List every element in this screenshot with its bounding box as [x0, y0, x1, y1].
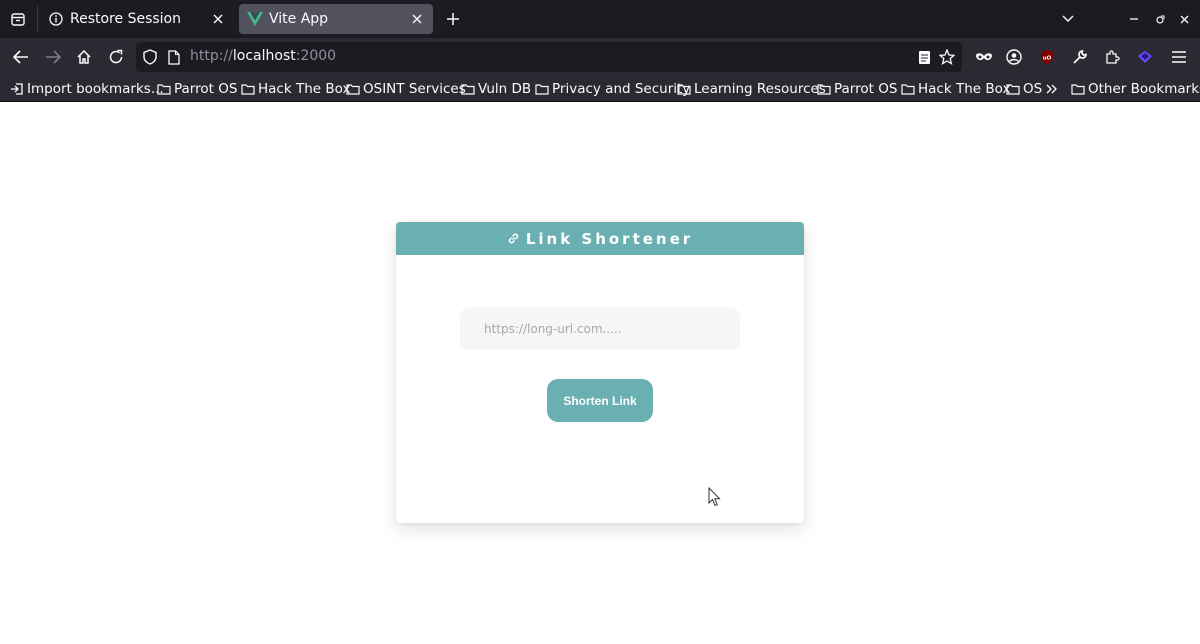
shorten-link-button[interactable]: Shorten Link [547, 379, 653, 422]
bookmarks-overflow-chevron-icon[interactable] [1046, 79, 1058, 98]
folder-icon [1006, 82, 1020, 96]
bookmark-folder-os[interactable]: OS [1006, 79, 1042, 98]
bookmark-label: Parrot OS [174, 80, 238, 97]
svg-text:uO: uO [1043, 56, 1052, 62]
reload-icon[interactable] [103, 45, 129, 69]
forward-arrow-icon[interactable] [40, 45, 66, 69]
link-shortener-card: Link Shortener Shorten Link [396, 222, 804, 523]
folder-icon [461, 82, 475, 96]
private-mask-icon[interactable] [971, 45, 997, 69]
page-icon[interactable] [166, 49, 182, 65]
bookmarks-toolbar: Import bookmarks... Parrot OS Hack The B… [0, 76, 1200, 102]
bookmark-label: Learning Resources [694, 80, 826, 97]
import-icon [10, 82, 24, 96]
tab-label: Vite App [269, 11, 329, 27]
folder-icon [346, 82, 360, 96]
url-port: :2000 [295, 48, 337, 64]
info-icon [48, 11, 64, 27]
bookmark-label: Privacy and Security [552, 80, 691, 97]
home-icon[interactable] [71, 45, 97, 69]
bookmark-folder-vuln-db[interactable]: Vuln DB [461, 79, 531, 98]
tab-restore-session[interactable]: Restore Session [40, 4, 234, 34]
mouse-cursor-icon [708, 486, 722, 507]
new-tab-icon[interactable] [442, 8, 464, 30]
folder-icon [535, 82, 549, 96]
bookmark-label: Hack The Box [918, 80, 1011, 97]
card-header: Link Shortener [396, 222, 804, 255]
chevron-down-icon[interactable] [1057, 8, 1079, 30]
bookmark-label: Hack The Box [258, 80, 351, 97]
bookmark-folder-learning-resources[interactable]: Learning Resources [677, 79, 826, 98]
bookmark-folder-hack-the-box-2[interactable]: Hack The Box [901, 79, 1010, 98]
close-icon[interactable] [409, 11, 425, 27]
url-scheme: http:// [190, 48, 233, 64]
tab-vite-app[interactable]: Vite App [239, 4, 433, 34]
card-title: Link Shortener [525, 229, 694, 248]
vue-logo-icon [247, 11, 263, 27]
close-window-icon[interactable] [1173, 8, 1195, 30]
bookmark-folder-hack-the-box[interactable]: Hack The Box [241, 79, 350, 98]
folder-icon [901, 82, 915, 96]
address-bar[interactable]: http://localhost:2000 [136, 42, 962, 72]
ublock-origin-icon[interactable]: uO [1034, 45, 1060, 69]
shield-icon[interactable] [142, 49, 158, 65]
reader-view-icon[interactable] [916, 49, 932, 65]
navigation-toolbar: http://localhost:2000 uO [0, 38, 1200, 76]
folder-icon [817, 82, 831, 96]
restore-icon[interactable] [1149, 8, 1171, 30]
back-arrow-icon[interactable] [8, 45, 34, 69]
bookmark-folder-osint-services[interactable]: OSINT Services [346, 79, 466, 98]
proton-vpn-icon[interactable] [1132, 45, 1158, 69]
long-url-input[interactable] [460, 307, 740, 350]
tab-list-icon[interactable] [6, 7, 30, 31]
link-icon [507, 232, 520, 245]
folder-icon [157, 82, 171, 96]
bookmark-label: OSINT Services [363, 80, 466, 97]
close-icon[interactable] [210, 11, 226, 27]
bookmark-folder-parrot-os-2[interactable]: Parrot OS [817, 79, 897, 98]
folder-icon [677, 82, 691, 96]
bookmark-label: Vuln DB [478, 80, 532, 97]
tab-bar: Restore Session Vite App [0, 0, 1200, 38]
star-icon[interactable] [939, 49, 955, 65]
folder-icon [241, 82, 255, 96]
bookmark-label: Import bookmarks... [27, 80, 164, 97]
bookmark-label: Parrot OS [834, 80, 898, 97]
bookmark-folder-other-bookmarks[interactable]: Other Bookmarks [1071, 79, 1200, 98]
bookmark-label: OS [1023, 80, 1043, 97]
menu-icon[interactable] [1166, 45, 1192, 69]
bookmark-import[interactable]: Import bookmarks... [10, 79, 164, 98]
folder-icon [1071, 82, 1085, 96]
bookmark-label: Other Bookmarks [1088, 80, 1200, 97]
tab-label: Restore Session [70, 11, 181, 27]
url-text[interactable]: http://localhost:2000 [190, 48, 336, 64]
account-icon[interactable] [1001, 45, 1027, 69]
wrench-icon[interactable] [1067, 45, 1093, 69]
tab-separator [37, 6, 38, 32]
url-host: localhost [232, 48, 296, 64]
minimize-icon[interactable] [1123, 8, 1145, 30]
bookmark-folder-parrot-os[interactable]: Parrot OS [157, 79, 237, 98]
bookmark-folder-privacy-security[interactable]: Privacy and Security [535, 79, 690, 98]
extensions-icon[interactable] [1099, 45, 1125, 69]
